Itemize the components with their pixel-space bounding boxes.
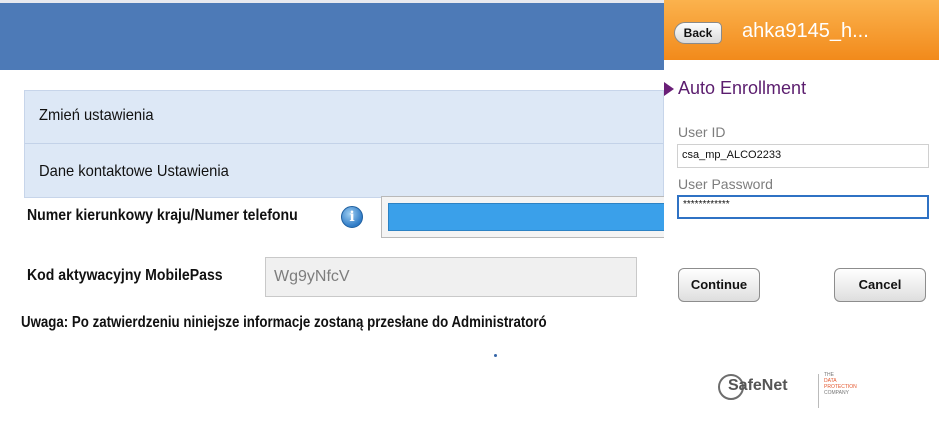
safenet-logo: SafeNet THE DATA PROTECTION COMPANY <box>718 372 888 414</box>
mobile-title: ahka9145_h... <box>742 20 869 42</box>
decorative-dot <box>494 354 497 357</box>
top-banner <box>0 0 664 70</box>
info-icon[interactable]: i <box>341 206 363 228</box>
logo-divider <box>818 374 819 408</box>
section-arrow-icon <box>664 82 674 96</box>
logo-name: SafeNet <box>728 377 788 394</box>
password-label: User Password <box>678 176 773 192</box>
settings-section: Zmień ustawienia Dane kontaktowe Ustawie… <box>24 90 664 198</box>
section-divider <box>25 143 663 144</box>
continue-button[interactable]: Continue <box>678 268 760 302</box>
password-input[interactable]: ************ <box>677 195 929 219</box>
activation-code-field: Wg9yNfcV <box>265 257 637 297</box>
notice-text: Uwaga: Po zatwierdzeniu niniejsze inform… <box>21 314 547 331</box>
logo-tagline: THE DATA PROTECTION COMPANY <box>824 372 864 396</box>
logo-tagline-line: COMPANY <box>824 390 849 396</box>
contact-settings-heading: Dane kontaktowe Ustawienia <box>39 163 229 180</box>
phone-label: Numer kierunkowy kraju/Numer telefonu <box>27 207 298 224</box>
phone-field-wrapper <box>381 196 665 238</box>
phone-input[interactable] <box>388 203 665 231</box>
cancel-button[interactable]: Cancel <box>834 268 926 302</box>
activation-code-label: Kod aktywacyjny MobilePass <box>27 267 223 284</box>
back-button[interactable]: Back <box>674 22 722 44</box>
user-id-input[interactable]: csa_mp_ALCO2233 <box>677 144 929 168</box>
mobile-header: Back ahka9145_h... <box>664 0 939 60</box>
user-id-label: User ID <box>678 124 726 140</box>
change-settings-heading: Zmień ustawienia <box>39 107 154 124</box>
auto-enrollment-heading: Auto Enrollment <box>678 78 807 98</box>
mobile-app-panel: Back ahka9145_h... Auto Enrollment User … <box>664 0 939 425</box>
